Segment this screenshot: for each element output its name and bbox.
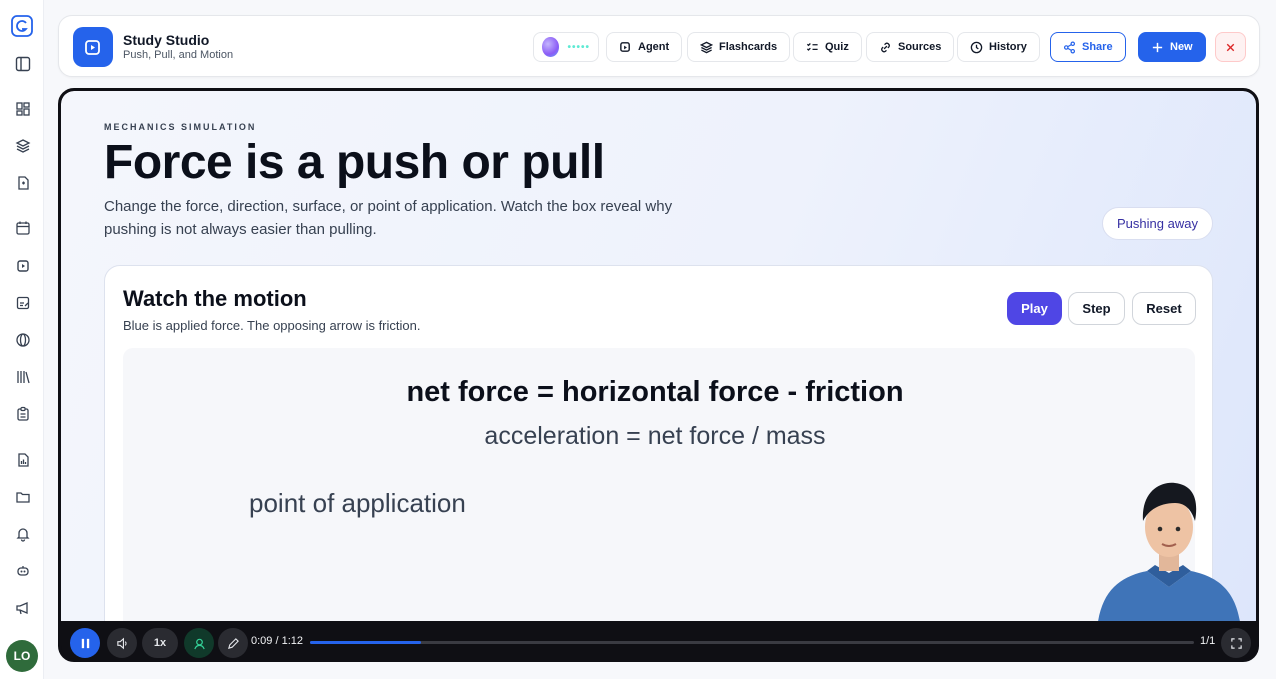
plus-icon [1152,42,1163,52]
presenter-icon [193,638,205,649]
speed-button[interactable]: 1x [142,628,178,658]
folder-icon[interactable] [12,486,34,508]
globe-icon[interactable] [12,329,34,351]
logo-icon[interactable] [11,15,33,37]
user-avatar[interactable]: LO [6,640,38,672]
close-icon [1226,43,1235,51]
progress-bar[interactable] [310,641,1194,644]
sources-button[interactable]: Sources [866,32,955,62]
megaphone-icon[interactable] [12,597,34,619]
close-button[interactable] [1215,32,1246,62]
point-of-application-label: point of application [249,488,466,518]
lesson-stage: MECHANICS SIMULATION Force is a push or … [58,88,1259,662]
clock-icon [970,41,983,53]
card-title: Watch the motion [123,286,307,311]
top-header: Study Studio Push, Pull, and Motion ••••… [58,15,1260,77]
app-subtitle: Push, Pull, and Motion [123,49,234,61]
flashcards-button[interactable]: Flashcards [687,32,791,62]
link-icon [881,42,890,52]
voice-orb-button[interactable]: ••••• [533,32,599,62]
pause-icon [81,638,89,648]
history-label: History [989,41,1027,53]
agent-icon [620,41,630,52]
acceleration-equation: acceleration = net force / mass [484,422,826,450]
checklist-icon [806,42,818,51]
share-label: Share [1082,41,1113,53]
reset-button[interactable]: Reset [1132,292,1196,325]
share-button[interactable]: Share [1050,32,1126,62]
calendar-icon[interactable] [12,217,34,239]
share-icon [1063,41,1076,53]
annotate-button[interactable] [218,628,248,658]
left-sidebar: LO [0,0,44,679]
page-counter: 1/1 [1200,635,1216,647]
progress-fill [310,641,421,644]
panel-toggle-icon[interactable] [12,53,34,75]
status-badge: Pushing away [1102,207,1213,240]
pause-button[interactable] [70,628,100,658]
card-subtitle: Blue is applied force. The opposing arro… [123,318,421,333]
orb-icon [542,37,560,57]
bot-icon[interactable] [12,560,34,582]
orb-dots: ••••• [567,41,590,53]
avatar-toggle-button[interactable] [184,628,214,658]
play-button[interactable]: Play [1007,292,1062,325]
history-button[interactable]: History [957,32,1040,62]
playback-time: 0:09 / 1:12 [251,635,303,647]
simulation-card: Watch the motion Blue is applied force. … [104,265,1213,621]
fullscreen-icon [1230,637,1242,649]
clipboard-icon[interactable] [12,403,34,425]
new-button[interactable]: New [1138,32,1206,62]
layers-icon[interactable] [12,135,34,157]
new-label: New [1170,41,1193,53]
edit-note-icon[interactable] [12,292,34,314]
quiz-label: Quiz [825,41,849,53]
lesson-canvas: MECHANICS SIMULATION Force is a push or … [61,91,1256,621]
flashcards-label: Flashcards [719,41,778,53]
volume-button[interactable] [107,628,137,658]
net-force-equation: net force = horizontal force - friction [406,376,904,408]
step-button[interactable]: Step [1068,292,1125,325]
bell-icon[interactable] [12,523,34,545]
study-studio-icon [73,27,113,67]
study-icon[interactable] [12,255,34,277]
playback-bar: 1x 0:09 / 1:12 1/1 [61,621,1256,659]
report-icon[interactable] [12,449,34,471]
lesson-eyebrow: MECHANICS SIMULATION [104,122,257,132]
dashboard-icon[interactable] [12,98,34,120]
document-icon[interactable] [12,172,34,194]
app-title: Study Studio [123,32,210,48]
agent-button[interactable]: Agent [606,32,683,62]
lesson-headline: Force is a push or pull [104,136,605,189]
presenter-avatar [1089,469,1249,621]
agent-label: Agent [638,41,670,53]
pen-icon [227,637,239,649]
volume-icon [116,637,127,649]
quiz-button[interactable]: Quiz [793,32,862,62]
fullscreen-button[interactable] [1221,628,1251,658]
lesson-description: Change the force, direction, surface, or… [104,198,673,238]
sources-label: Sources [898,41,942,53]
simulation-area: net force = horizontal force - friction … [123,348,1195,621]
layers-icon [700,41,713,53]
library-icon[interactable] [12,366,34,388]
